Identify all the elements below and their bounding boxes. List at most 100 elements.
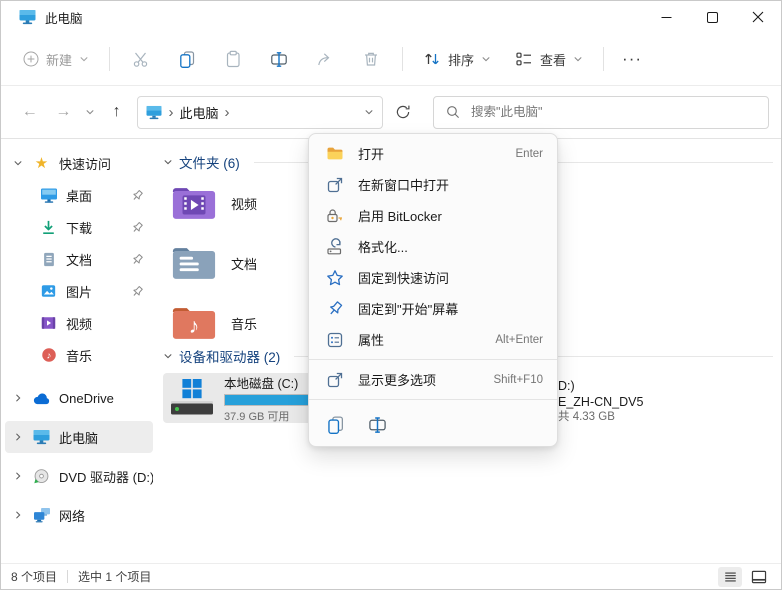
recent-locations-button[interactable] bbox=[80, 96, 100, 128]
back-button[interactable]: ← bbox=[13, 96, 47, 128]
pin-to-start-icon bbox=[325, 300, 345, 318]
status-bar: 8 个项目 选中 1 个项目 bbox=[1, 563, 781, 589]
rename-button[interactable] bbox=[256, 41, 302, 77]
see-more-button[interactable]: ··· bbox=[612, 41, 652, 77]
sidebar-item-onedrive[interactable]: OneDrive bbox=[5, 382, 153, 414]
forward-button[interactable]: → bbox=[47, 96, 81, 128]
chevron-down-icon bbox=[79, 54, 89, 64]
menu-item-pin-to-start[interactable]: 固定到"开始"屏幕 bbox=[309, 293, 557, 324]
sidebar-item-network[interactable]: 网络 bbox=[5, 499, 153, 531]
menu-item-label: 启用 BitLocker bbox=[358, 206, 530, 225]
details-view-icon bbox=[723, 570, 738, 584]
address-row: ← → ↑ › 此电脑 › bbox=[1, 86, 781, 139]
delete-button[interactable] bbox=[348, 41, 394, 77]
cut-scissors-icon bbox=[132, 50, 150, 68]
menu-item-pin-to-quick-access[interactable]: 固定到快速访问 bbox=[309, 262, 557, 293]
open-folder-icon bbox=[325, 146, 345, 161]
sidebar-item-this-pc[interactable]: 此电脑 bbox=[5, 421, 153, 453]
toolbar-divider bbox=[109, 47, 110, 71]
menu-item-shortcut: Shift+F10 bbox=[493, 374, 543, 386]
sidebar-item-documents[interactable]: 文档 bbox=[5, 243, 153, 275]
large-icons-view-button[interactable] bbox=[747, 567, 771, 587]
sidebar-item-videos[interactable]: 视频 bbox=[5, 307, 153, 339]
address-dropdown-chevron-icon[interactable] bbox=[364, 107, 374, 117]
menu-item-show-more-options[interactable]: 显示更多选项 Shift+F10 bbox=[309, 364, 557, 395]
plus-circle-icon bbox=[23, 51, 39, 67]
forward-icon: → bbox=[55, 103, 71, 121]
menu-item-open[interactable]: 打开 Enter bbox=[309, 138, 557, 169]
paste-button[interactable] bbox=[210, 41, 256, 77]
chevron-right-icon[interactable] bbox=[13, 432, 24, 442]
sidebar-item-dvd-drive[interactable]: DVD 驱动器 (D:) C bbox=[5, 460, 153, 492]
sidebar-item-label: 下载 bbox=[66, 218, 92, 237]
refresh-button[interactable] bbox=[386, 96, 420, 128]
copy-button[interactable] bbox=[319, 409, 351, 439]
folder-tile-label: 文档 bbox=[231, 254, 257, 273]
search-input[interactable] bbox=[469, 104, 756, 120]
menu-item-format[interactable]: 格式化... bbox=[309, 231, 557, 262]
sidebar-item-label: 文档 bbox=[66, 250, 92, 269]
chevron-right-icon[interactable] bbox=[13, 471, 24, 481]
rename-button[interactable] bbox=[361, 409, 393, 439]
chevron-down-icon bbox=[573, 54, 583, 64]
folder-tile-label: 视频 bbox=[231, 194, 257, 213]
minimize-button[interactable] bbox=[643, 1, 689, 33]
copy-button[interactable] bbox=[164, 41, 210, 77]
pictures-icon bbox=[39, 283, 58, 299]
rename-icon bbox=[368, 415, 387, 434]
dvd-name-line2: E_ZH-CN_DV5 bbox=[558, 395, 643, 411]
pin-quick-access-star-icon bbox=[325, 269, 345, 287]
menu-separator bbox=[309, 399, 557, 400]
sidebar-item-music[interactable]: ♪ 音乐 bbox=[5, 339, 153, 371]
close-button[interactable] bbox=[735, 1, 781, 33]
sidebar-item-pictures[interactable]: 图片 bbox=[5, 275, 153, 307]
menu-item-properties[interactable]: 属性 Alt+Enter bbox=[309, 324, 557, 355]
search-box[interactable] bbox=[433, 96, 769, 129]
details-view-button[interactable] bbox=[718, 567, 742, 587]
close-icon bbox=[752, 11, 764, 23]
breadcrumb-separator: › bbox=[168, 105, 173, 120]
up-button[interactable]: ↑ bbox=[100, 96, 134, 128]
menu-item-label: 属性 bbox=[358, 330, 482, 349]
svg-text:♪: ♪ bbox=[189, 315, 200, 338]
toolbar-divider bbox=[402, 47, 403, 71]
view-list-icon bbox=[515, 50, 533, 68]
folder-tile-label: 音乐 bbox=[231, 314, 257, 333]
menu-item-label: 格式化... bbox=[358, 237, 530, 256]
share-button[interactable] bbox=[302, 41, 348, 77]
sidebar-item-downloads[interactable]: 下载 bbox=[5, 211, 153, 243]
new-button[interactable]: 新建 bbox=[11, 41, 101, 77]
sort-arrows-icon bbox=[423, 50, 441, 68]
dvd-name-line1: D:) bbox=[558, 379, 643, 395]
cut-button[interactable] bbox=[118, 41, 164, 77]
chevron-right-icon[interactable] bbox=[13, 393, 24, 403]
sidebar-item-label: 音乐 bbox=[66, 346, 92, 365]
pin-icon bbox=[131, 189, 144, 202]
this-pc-icon bbox=[146, 105, 162, 120]
view-button[interactable]: 查看 bbox=[503, 41, 595, 77]
breadcrumb-this-pc[interactable]: 此电脑 bbox=[179, 103, 218, 122]
refresh-icon bbox=[395, 104, 411, 120]
command-toolbar: 新建 排序 查看 bbox=[1, 33, 781, 86]
sidebar-item-desktop[interactable]: 桌面 bbox=[5, 179, 153, 211]
maximize-button[interactable] bbox=[689, 1, 735, 33]
sidebar-item-label: OneDrive bbox=[59, 391, 114, 406]
sort-button[interactable]: 排序 bbox=[411, 41, 503, 77]
music-folder-icon: ♪ bbox=[171, 304, 217, 343]
dvd-drive-tile-partial[interactable]: D:) E_ZH-CN_DV5 共 4.33 GB bbox=[558, 379, 643, 426]
this-pc-icon bbox=[19, 9, 36, 25]
chevron-right-icon[interactable] bbox=[13, 510, 24, 520]
menu-item-enable-bitlocker[interactable]: 启用 BitLocker bbox=[309, 200, 557, 231]
pin-icon bbox=[131, 285, 144, 298]
chevron-down-icon[interactable] bbox=[13, 158, 24, 168]
search-icon bbox=[446, 105, 460, 119]
view-toggle-group bbox=[718, 567, 771, 587]
sidebar-item-label: 桌面 bbox=[66, 186, 92, 205]
address-bar[interactable]: › 此电脑 › bbox=[137, 96, 383, 129]
bitlocker-lock-icon bbox=[325, 207, 345, 225]
quick-access-star-icon: ★ bbox=[32, 156, 51, 171]
menu-item-label: 固定到快速访问 bbox=[358, 268, 530, 287]
breadcrumb-separator: › bbox=[224, 105, 229, 120]
sidebar-item-quick-access[interactable]: ★ 快速访问 bbox=[5, 147, 153, 179]
menu-item-open-in-new-window[interactable]: 在新窗口中打开 bbox=[309, 169, 557, 200]
